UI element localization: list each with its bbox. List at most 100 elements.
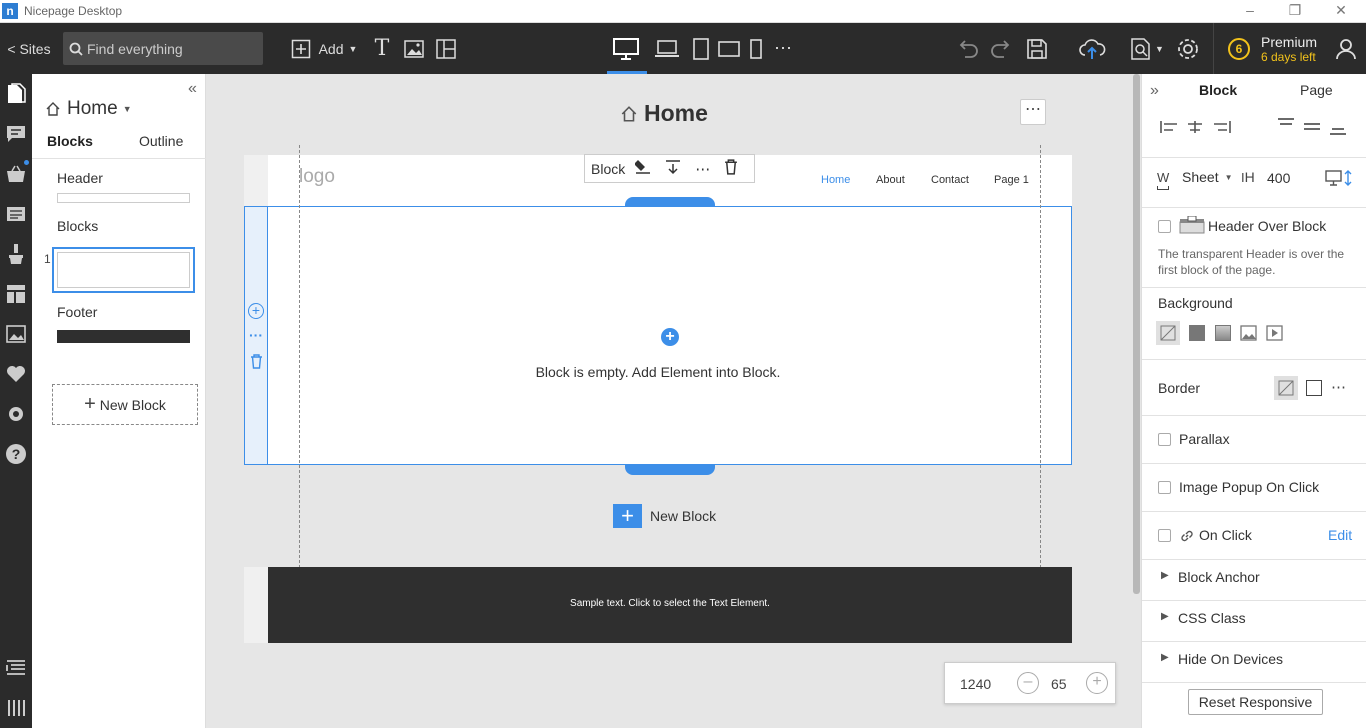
border-more-icon[interactable]: ⋯	[1331, 378, 1346, 396]
editor-canvas[interactable]: Home ⋯ logo Home About Contact Page 1 + …	[206, 74, 1132, 728]
on-click-checkbox[interactable]	[1158, 529, 1171, 542]
columns-panel-icon[interactable]	[4, 696, 28, 720]
page-more-options-icon[interactable]: ⋯	[1020, 99, 1046, 125]
canvas-width-value[interactable]: 1240	[960, 676, 991, 692]
search-input[interactable]	[87, 40, 257, 57]
tablet-view-icon[interactable]	[690, 23, 712, 74]
background-gradient-icon[interactable]	[1215, 325, 1231, 341]
background-none-icon[interactable]	[1156, 321, 1180, 345]
zoom-out-icon[interactable]: –	[1017, 672, 1039, 694]
zoom-value[interactable]: 65	[1051, 676, 1067, 692]
search-box[interactable]	[63, 32, 263, 65]
more-devices-icon[interactable]: ⋯	[772, 23, 794, 74]
block-toolbar-more-icon[interactable]: ⋯	[695, 160, 710, 178]
tab-blocks[interactable]: Blocks	[47, 133, 93, 149]
sites-button[interactable]: < Sites	[6, 23, 52, 74]
hide-on-devices-section[interactable]: ▶ Hide On Devices	[1142, 642, 1366, 682]
new-block-button[interactable]: + New Block	[52, 384, 198, 425]
footer-sample-text[interactable]: Sample text. Click to select the Text El…	[268, 598, 1072, 609]
canvas-scrollbar[interactable]	[1132, 74, 1141, 728]
nav-link-about[interactable]: About	[876, 174, 905, 186]
image-popup-checkbox[interactable]	[1158, 481, 1171, 494]
page-selector[interactable]: Home ▼	[45, 98, 132, 120]
layout-tool-icon[interactable]	[434, 23, 458, 74]
block-more-icon[interactable]: ···	[249, 327, 263, 343]
selected-block[interactable]: + ··· + Block is empty. Add Element into…	[244, 206, 1072, 465]
text-tool-icon[interactable]: T	[370, 23, 394, 74]
pages-icon[interactable]	[4, 82, 28, 106]
comments-icon[interactable]	[4, 122, 28, 146]
images-icon[interactable]	[4, 322, 28, 346]
block-add-icon[interactable]: +	[248, 303, 264, 319]
site-logo[interactable]: logo	[299, 166, 335, 188]
nav-link-page1[interactable]: Page 1	[994, 174, 1029, 186]
restore-button[interactable]: ❐	[1280, 2, 1310, 19]
block-toolbar-delete-icon[interactable]	[724, 159, 738, 178]
nav-link-home[interactable]: Home	[821, 174, 850, 186]
add-element-icon[interactable]: +	[661, 328, 679, 346]
align-center-icon[interactable]	[1186, 120, 1204, 137]
tab-page[interactable]: Page	[1300, 82, 1333, 98]
laptop-view-icon[interactable]	[653, 23, 681, 74]
border-solid-icon[interactable]	[1306, 380, 1322, 396]
background-color-icon[interactable]	[1189, 325, 1205, 341]
block-thumbnail-selected[interactable]	[52, 247, 195, 293]
tab-block[interactable]: Block	[1199, 82, 1237, 98]
block-anchor-section[interactable]: ▶ Block Anchor	[1142, 560, 1366, 600]
border-none-icon[interactable]	[1274, 376, 1298, 400]
favorites-heart-icon[interactable]	[4, 362, 28, 386]
block-bottom-resize-handle[interactable]	[625, 465, 715, 475]
width-mode-select[interactable]: Sheet ▼	[1182, 169, 1233, 185]
valign-bottom-icon[interactable]	[1329, 122, 1347, 139]
site-settings-icon[interactable]	[4, 402, 28, 426]
blog-icon[interactable]	[4, 202, 28, 226]
shop-basket-icon[interactable]	[4, 160, 29, 186]
save-icon[interactable]	[1024, 23, 1050, 74]
block-download-icon[interactable]	[665, 159, 681, 178]
canvas-new-block-button[interactable]: + New Block	[613, 504, 716, 528]
header-over-block-checkbox[interactable]	[1158, 220, 1171, 233]
reset-responsive-button[interactable]: Reset Responsive	[1188, 689, 1323, 715]
height-input[interactable]: 400	[1267, 170, 1290, 186]
publish-icon[interactable]	[1076, 23, 1108, 74]
redo-icon[interactable]	[988, 23, 1014, 74]
image-tool-icon[interactable]	[402, 23, 426, 74]
css-class-section[interactable]: ▶ CSS Class	[1142, 601, 1366, 641]
align-left-icon[interactable]	[1160, 120, 1178, 137]
help-icon[interactable]: ?	[4, 442, 28, 466]
premium-badge-icon[interactable]: 6	[1226, 23, 1252, 74]
expand-panel-icon[interactable]: »	[1150, 82, 1159, 100]
footer-block[interactable]: Sample text. Click to select the Text El…	[268, 567, 1072, 643]
close-button[interactable]: ✕	[1326, 2, 1356, 19]
tablet-landscape-view-icon[interactable]	[716, 23, 742, 74]
background-video-icon[interactable]	[1266, 325, 1283, 344]
block-style-icon[interactable]	[634, 159, 651, 178]
tab-outline[interactable]: Outline	[139, 133, 183, 149]
collapse-panel-icon[interactable]: «	[188, 80, 197, 98]
block-toolbar-label[interactable]: Block	[591, 161, 625, 177]
phone-view-icon[interactable]	[746, 23, 766, 74]
block-top-resize-handle[interactable]	[625, 197, 715, 207]
device-height-icon[interactable]	[1325, 170, 1353, 189]
nav-link-contact[interactable]: Contact	[931, 174, 969, 186]
parallax-checkbox[interactable]	[1158, 433, 1171, 446]
premium-label[interactable]: Premium	[1261, 34, 1317, 50]
align-right-icon[interactable]	[1213, 120, 1231, 137]
undo-icon[interactable]	[955, 23, 981, 74]
settings-gear-icon[interactable]	[1174, 23, 1202, 74]
zoom-in-icon[interactable]: +	[1086, 672, 1108, 694]
user-account-icon[interactable]	[1333, 23, 1359, 74]
preview-icon[interactable]: ▼	[1128, 23, 1166, 74]
desktop-view-icon[interactable]	[611, 23, 641, 74]
minimize-button[interactable]: –	[1235, 2, 1265, 18]
templates-icon[interactable]	[4, 282, 28, 306]
valign-top-icon[interactable]	[1277, 118, 1295, 135]
header-thumbnail[interactable]	[57, 193, 190, 203]
footer-thumbnail[interactable]	[57, 330, 190, 343]
scrollbar-thumb[interactable]	[1133, 74, 1140, 594]
valign-middle-icon[interactable]	[1303, 120, 1321, 137]
layers-panel-icon[interactable]	[4, 656, 28, 680]
add-button[interactable]: Add ▼	[286, 23, 362, 74]
background-image-icon[interactable]	[1240, 325, 1257, 344]
on-click-edit-link[interactable]: Edit	[1328, 527, 1352, 543]
